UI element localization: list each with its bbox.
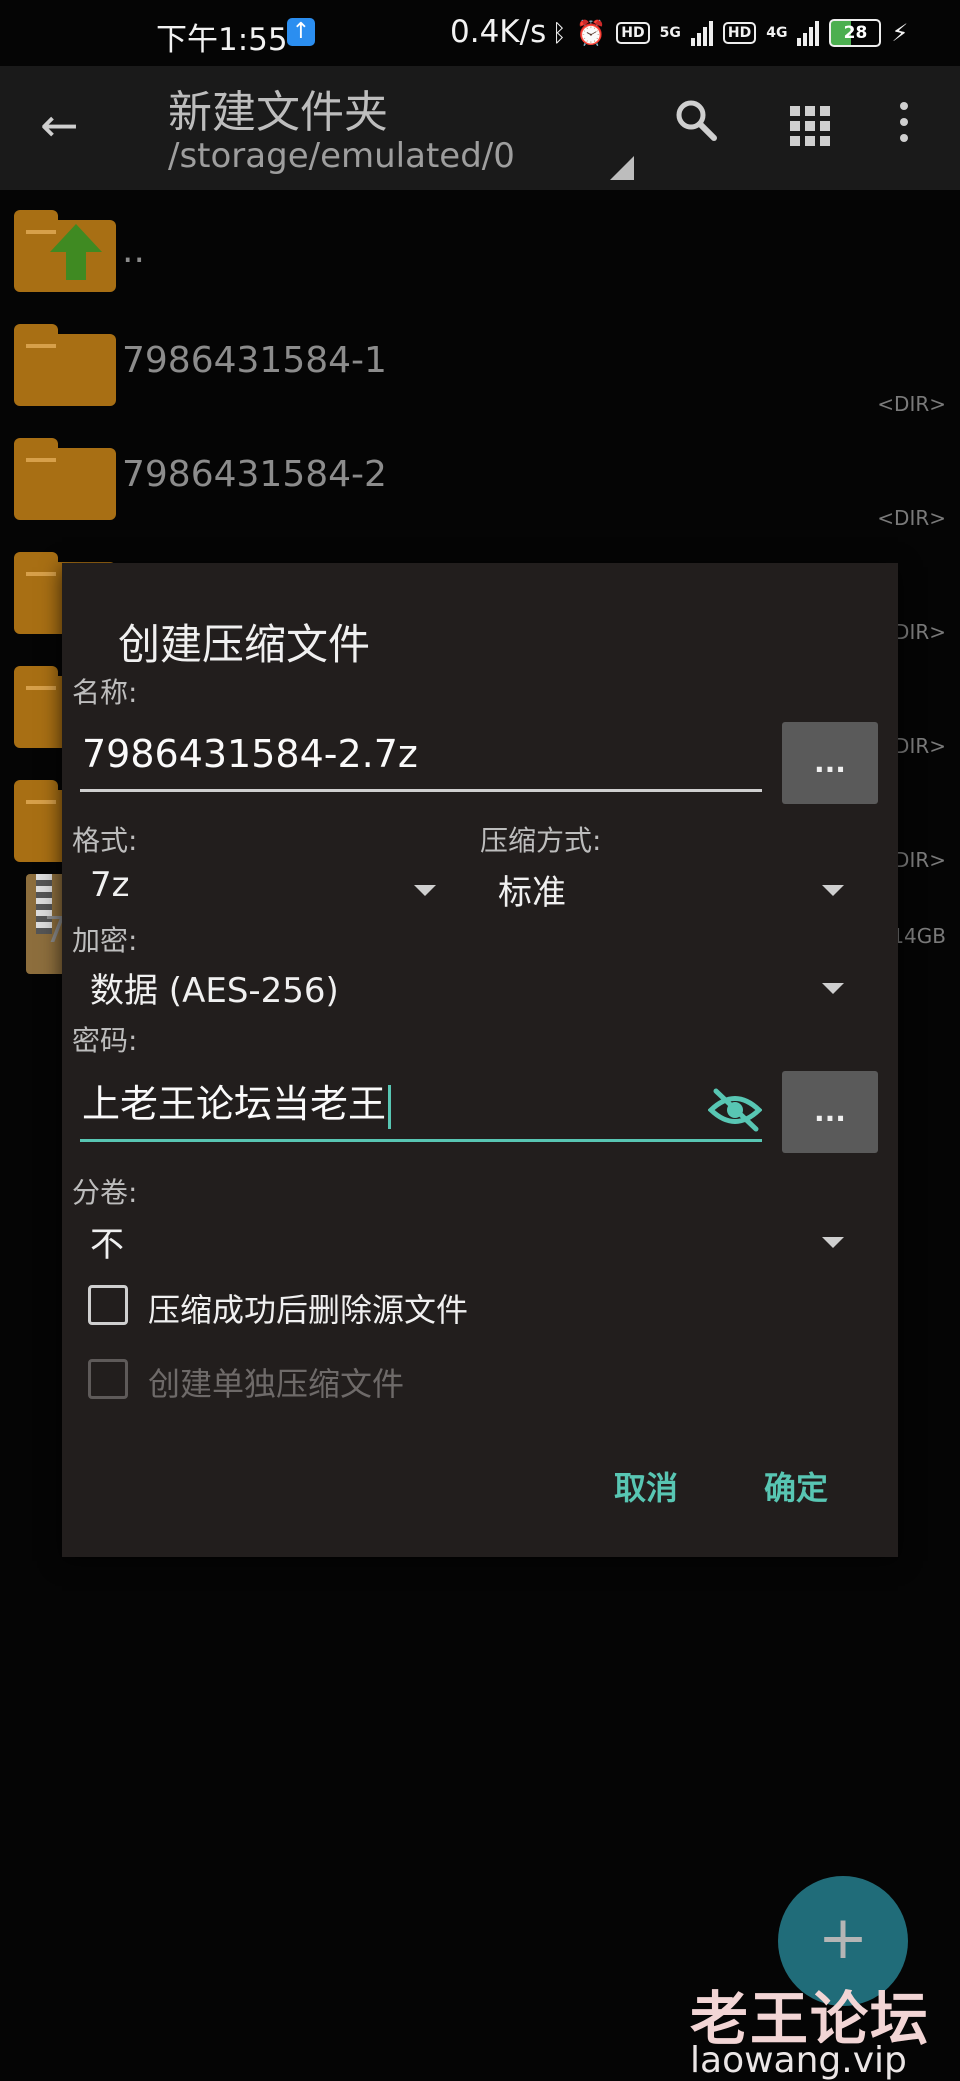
create-archive-dialog: 创建压缩文件 名称: 7986431584-2.7z ... 格式: 7z 压缩…: [62, 563, 898, 1557]
upload-icon: ↑: [287, 18, 315, 46]
delete-source-checkbox[interactable]: [88, 1285, 128, 1325]
cancel-button[interactable]: 取消: [614, 1463, 678, 1509]
password-input[interactable]: 上老王论坛当老王: [80, 1069, 762, 1142]
status-bar: 下午1:55 ↑ 0.4K/s ᛒ ⏰ HD 5G HD 4G 28 ⚡: [0, 0, 960, 66]
folder-title: 新建文件夹: [168, 87, 388, 138]
delete-source-label[interactable]: 压缩成功后删除源文件: [148, 1285, 468, 1331]
method-dropdown-icon[interactable]: [822, 885, 844, 896]
more-options-icon[interactable]: [900, 102, 908, 142]
charging-icon: ⚡: [891, 19, 909, 47]
hd-icon-2: HD: [722, 22, 757, 44]
text-cursor: [388, 1084, 392, 1129]
separate-archive-checkbox[interactable]: [88, 1359, 128, 1399]
encrypt-label: 加密:: [72, 924, 138, 957]
alarm-icon: ⏰: [576, 19, 607, 47]
password-options-button[interactable]: ...: [782, 1071, 878, 1153]
path-dropdown-icon[interactable]: [610, 156, 634, 180]
eye-off-icon[interactable]: [708, 1087, 762, 1133]
network-5g-label: 5G: [659, 25, 681, 41]
signal-icon: [690, 20, 713, 46]
encrypt-dropdown-icon[interactable]: [822, 983, 844, 994]
password-text: 上老王论坛当老王: [82, 1082, 387, 1126]
format-select[interactable]: 7z: [90, 865, 129, 905]
method-select[interactable]: 标准: [498, 865, 566, 914]
split-dropdown-icon[interactable]: [822, 1237, 844, 1248]
app-bar: ← 新建文件夹 /storage/emulated/0: [0, 66, 960, 190]
file-size: <DIR>: [877, 506, 946, 530]
ok-button[interactable]: 确定: [764, 1463, 828, 1509]
folder-up-icon: [14, 210, 116, 292]
folder-icon: [14, 324, 116, 406]
status-time: 下午1:55: [156, 22, 288, 58]
file-size: <DIR>: [877, 392, 946, 416]
format-dropdown-icon[interactable]: [414, 885, 436, 896]
archive-name-input[interactable]: 7986431584-2.7z: [80, 719, 762, 792]
split-select[interactable]: 不: [90, 1217, 124, 1266]
search-icon[interactable]: [672, 96, 720, 155]
signal-icon-2: [797, 20, 820, 46]
browse-button[interactable]: ...: [782, 722, 878, 804]
separate-archive-label[interactable]: 创建单独压缩文件: [148, 1359, 404, 1405]
list-item[interactable]: 7986431584-1 <DIR>: [0, 304, 960, 418]
network-speed: 0.4K/s: [450, 14, 547, 50]
file-name: 7986431584-1: [122, 340, 387, 381]
folder-icon: [14, 438, 116, 520]
method-label: 压缩方式:: [480, 824, 602, 857]
file-size: 14GB: [891, 924, 946, 948]
watermark-url: laowang.vip: [690, 2040, 907, 2081]
password-label: 密码:: [72, 1024, 138, 1057]
format-label: 格式:: [72, 824, 138, 857]
network-4g-label: 4G: [766, 25, 788, 41]
battery-icon: 28: [829, 19, 882, 47]
status-icons: ᛒ ⏰ HD 5G HD 4G 28 ⚡: [552, 16, 908, 50]
list-item[interactable]: ..: [0, 190, 960, 304]
list-item[interactable]: 7986431584-2 <DIR>: [0, 418, 960, 532]
battery-level: 28: [843, 23, 868, 43]
split-label: 分卷:: [72, 1176, 138, 1209]
back-arrow-icon[interactable]: ←: [40, 98, 79, 152]
file-name: 7986431584-2: [122, 454, 387, 495]
grid-view-icon[interactable]: [790, 106, 830, 146]
folder-path[interactable]: /storage/emulated/0: [168, 136, 515, 176]
name-label: 名称:: [72, 676, 138, 709]
bluetooth-icon: ᛒ: [552, 19, 567, 47]
dialog-title: 创建压缩文件: [118, 620, 371, 669]
encrypt-select[interactable]: 数据 (AES-256): [90, 963, 339, 1012]
hd-icon: HD: [616, 22, 650, 44]
file-name: ..: [122, 230, 145, 271]
